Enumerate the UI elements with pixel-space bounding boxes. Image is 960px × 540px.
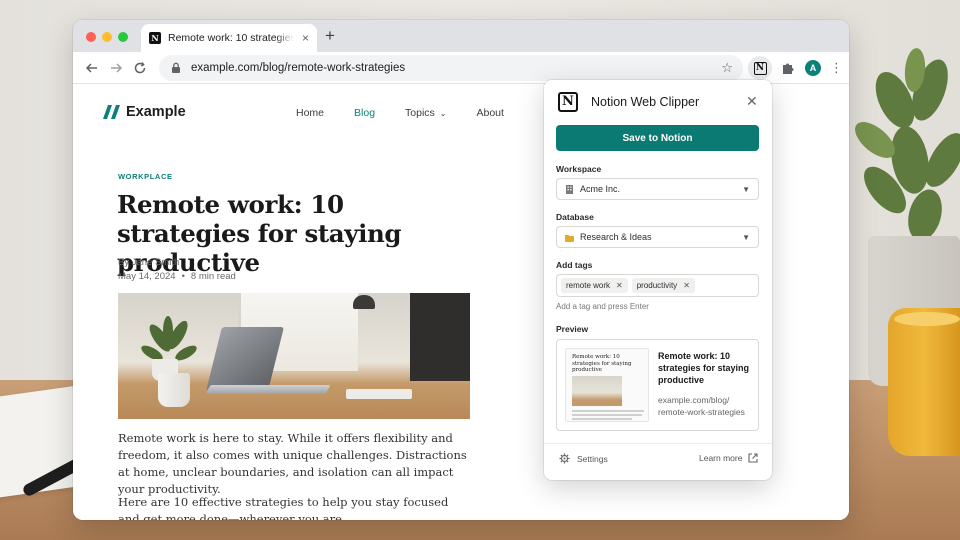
kebab-menu-icon[interactable]: ⋮ xyxy=(830,59,843,77)
external-link-icon xyxy=(748,453,759,463)
workspace-select[interactable]: Acme Inc. ▼ xyxy=(556,178,759,200)
settings-label: Settings xyxy=(577,453,608,464)
background-plant xyxy=(855,48,960,241)
chevron-down-icon: ▼ xyxy=(742,184,750,194)
close-icon[interactable]: ✕ xyxy=(746,92,758,110)
workspace-label: Workspace xyxy=(556,164,602,174)
nav-about[interactable]: About xyxy=(477,107,504,119)
article-meta: May 14, 2024 • 8 min read xyxy=(118,271,236,282)
forward-arrow-icon[interactable] xyxy=(106,58,126,78)
gear-icon xyxy=(559,453,570,464)
background-mug xyxy=(888,308,960,456)
workspace-value: Acme Inc. xyxy=(580,184,621,194)
window-minimize-button[interactable] xyxy=(102,32,112,42)
site-nav: Home Blog Topics ⌄ About xyxy=(296,107,534,119)
url-text: example.com/blog/remote-work-strategies xyxy=(191,62,406,74)
back-arrow-icon[interactable] xyxy=(82,58,102,78)
preview-card: Remote work: 10 strategies for staying p… xyxy=(556,339,759,431)
reload-icon[interactable] xyxy=(130,58,150,78)
nav-blog[interactable]: Blog xyxy=(354,107,375,119)
preview-label: Preview xyxy=(556,324,589,334)
preview-title: Remote work: 10 strategies for staying p… xyxy=(658,351,750,385)
nav-home-label: Home xyxy=(296,107,325,119)
favicon-icon: N xyxy=(149,32,161,44)
tab-bar: N Remote work: 10 strategies for staying… xyxy=(73,20,849,52)
folder-icon xyxy=(565,234,574,242)
preview-url: example.com/blog/ remote-work-strategies xyxy=(658,395,745,417)
notion-logo-icon: N xyxy=(558,92,578,112)
chevron-down-icon: ⌄ xyxy=(439,108,447,118)
tag-label: remote work xyxy=(566,281,611,290)
window-maximize-button[interactable] xyxy=(118,32,128,42)
divider xyxy=(544,443,772,444)
tag-remove-icon[interactable]: ✕ xyxy=(683,281,690,290)
database-label: Database xyxy=(556,212,594,222)
nav-blog-label: Blog xyxy=(354,107,376,119)
tab-active[interactable]: N Remote work: 10 strategies for staying… xyxy=(141,24,317,52)
puzzle-icon[interactable] xyxy=(780,60,796,76)
tab-title: Remote work: 10 strategies for staying p… xyxy=(168,32,294,44)
database-select[interactable]: Research & Ideas ▼ xyxy=(556,226,759,248)
database-value: Research & Ideas xyxy=(580,232,652,242)
logo-text: Example xyxy=(126,104,186,120)
learn-more-label: Learn more xyxy=(699,453,743,463)
clipper-title: Notion Web Clipper xyxy=(591,95,700,109)
article-author: By Jane Smith xyxy=(118,257,180,268)
star-icon[interactable]: ☆ xyxy=(721,60,733,76)
site-logo[interactable]: Example xyxy=(103,104,186,120)
avatar[interactable]: A xyxy=(805,60,821,76)
nav-home[interactable]: Home xyxy=(296,107,324,119)
tag-remove-icon[interactable]: ✕ xyxy=(616,281,623,290)
settings-button[interactable]: Settings xyxy=(559,453,608,464)
window-close-button[interactable] xyxy=(86,32,96,42)
article-hero-image xyxy=(118,293,470,419)
article-paragraph: Here are 10 effective strategies to help… xyxy=(118,495,449,520)
nav-topics-label: Topics xyxy=(405,107,435,119)
tag-chip: productivity ✕ xyxy=(631,278,695,293)
building-icon xyxy=(566,184,573,194)
preview-thumb-title: Remote work: 10 strategies for staying p… xyxy=(572,354,632,373)
learn-more-link[interactable]: Learn more xyxy=(699,453,759,463)
notion-clipper-popup: N Notion Web Clipper ✕ Save to Notion Wo… xyxy=(544,80,772,480)
lock-icon xyxy=(172,62,180,73)
tags-input[interactable]: remote work ✕ productivity ✕ xyxy=(556,274,759,297)
article-read-time: 8 min read xyxy=(190,271,236,282)
logo-mark-icon xyxy=(103,105,120,119)
tab-close-icon[interactable]: × xyxy=(302,31,309,45)
preview-thumbnail: Remote work: 10 strategies for staying p… xyxy=(565,348,649,422)
article-paragraph: Remote work is here to stay. While it of… xyxy=(118,431,467,496)
address-bar[interactable]: example.com/blog/remote-work-strategies … xyxy=(159,55,743,81)
new-tab-button[interactable]: + xyxy=(325,26,335,46)
clipper-header: N Notion Web Clipper xyxy=(558,90,758,114)
article-date: May 14, 2024 xyxy=(118,271,176,282)
tag-hint: Add a tag and press Enter xyxy=(556,302,649,311)
article-category[interactable]: WORKPLACE xyxy=(118,172,173,181)
save-to-notion-button[interactable]: Save to Notion xyxy=(556,125,759,151)
notion-extension-button[interactable]: N xyxy=(748,56,772,80)
nav-topics[interactable]: Topics ⌄ xyxy=(405,107,446,119)
tag-label: productivity xyxy=(636,281,678,290)
nav-about-label: About xyxy=(476,107,504,119)
notion-icon: N xyxy=(753,61,767,75)
tags-label: Add tags xyxy=(556,260,593,270)
chevron-down-icon: ▼ xyxy=(742,232,750,242)
tag-chip: remote work ✕ xyxy=(561,278,628,293)
